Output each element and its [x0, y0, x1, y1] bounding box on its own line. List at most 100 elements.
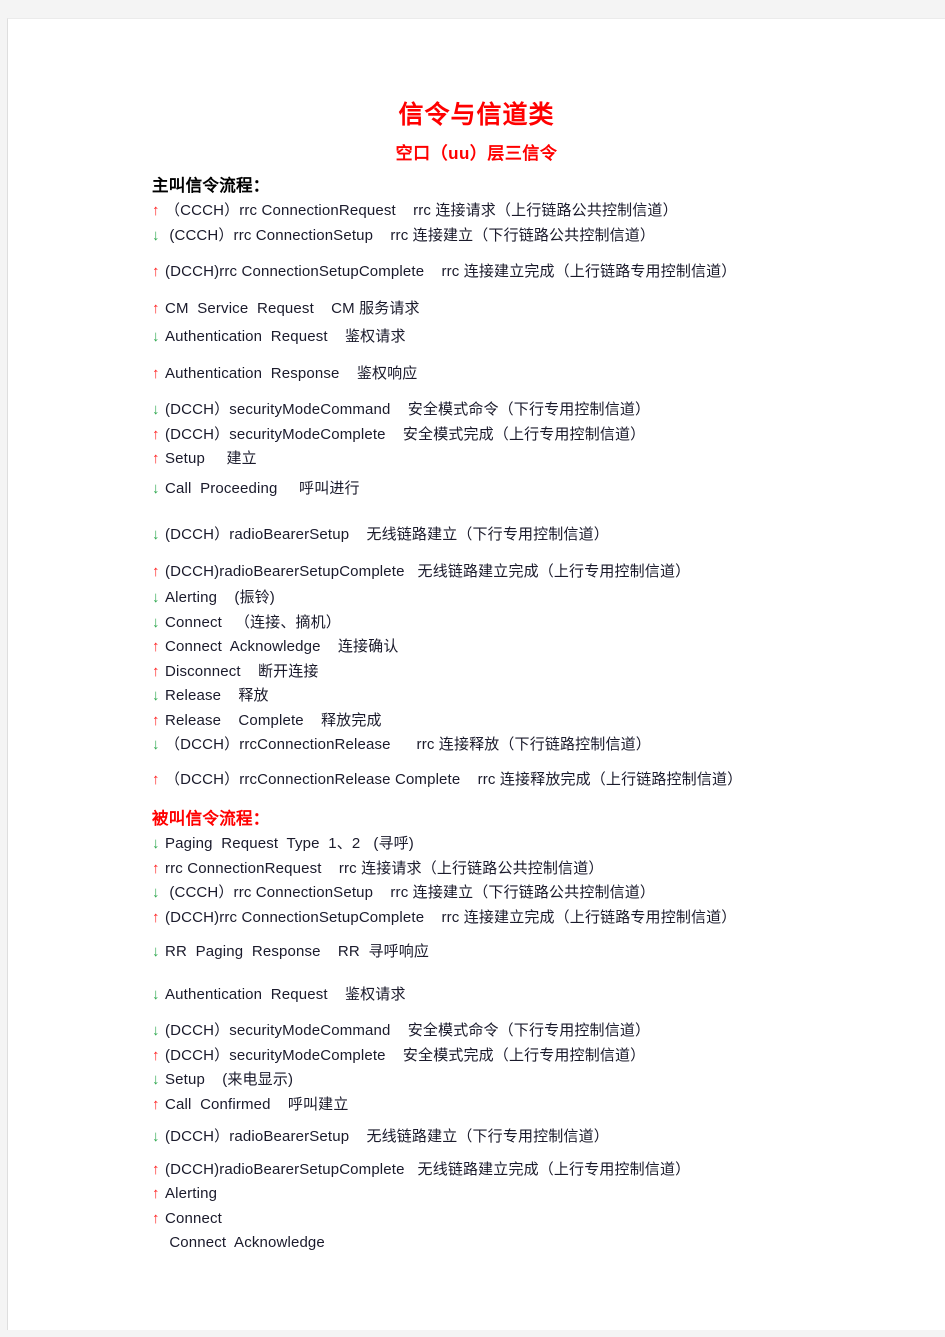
arrow-down-icon: ↓: [152, 884, 160, 902]
signalling-line-text: Call Confirmed 呼叫建立: [165, 1095, 349, 1113]
signalling-line: ↑ (DCCH）securityModeComplete 安全模式完成（上行专用控…: [152, 1044, 945, 1069]
arrow-up-icon: ↑: [152, 562, 160, 580]
signalling-line-text: RR Paging Response RR 寻呼响应: [165, 943, 430, 961]
signalling-line: ↑ (DCCH)rrc ConnectionSetupComplete rrc 连…: [152, 260, 945, 285]
signalling-line: ↓ (CCCH）rrc ConnectionSetup rrc 连接建立（下行链…: [152, 224, 945, 249]
signalling-line: ↓ Call Proceeding 呼叫进行: [152, 477, 945, 502]
signalling-line-text: Setup 建立: [165, 450, 257, 468]
arrow-up-icon: ↑: [152, 711, 160, 729]
signalling-line-text: Release Complete 释放完成: [165, 711, 382, 729]
signalling-line-text: (DCCH）securityModeCommand 安全模式命令（下行专用控制信…: [165, 1022, 651, 1040]
arrow-down-icon: ↓: [152, 613, 160, 631]
signalling-line-text: (DCCH）securityModeComplete 安全模式完成（上行专用控制…: [165, 425, 646, 443]
line-spacer: [152, 501, 945, 523]
arrow-down-icon: ↓: [152, 479, 160, 497]
signalling-line: ↑ rrc ConnectionRequest rrc 连接请求（上行链路公共控制…: [152, 857, 945, 882]
signalling-line: ↓ Authentication Request 鉴权请求: [152, 325, 945, 350]
signalling-line: ↑ （CCCH）rrc ConnectionRequest rrc 连接请求（上行…: [152, 199, 945, 224]
arrow-down-icon: ↓: [152, 401, 160, 419]
signalling-line: ↓ Connect （连接、摘机）: [152, 611, 945, 636]
signalling-line: ↑ (DCCH)radioBearerSetupComplete 无线链路建立完成…: [152, 560, 945, 585]
signalling-line-text: Call Proceeding 呼叫进行: [165, 479, 360, 497]
arrow-down-icon: ↓: [152, 943, 160, 961]
arrow-up-icon: ↑: [152, 299, 160, 317]
arrow-down-icon: ↓: [152, 985, 160, 1003]
signalling-line: ↓ （DCCH）rrcConnectionRelease rrc 连接释放（下行链…: [152, 733, 945, 758]
signalling-line-text: Paging Request Type 1、2 (寻呼): [165, 835, 414, 853]
arrow-up-icon: ↑: [152, 425, 160, 443]
arrow-up-icon: ↑: [152, 1160, 160, 1178]
signalling-line-text: CM Service Request CM 服务请求: [165, 299, 420, 317]
signalling-line: Connect Acknowledge: [152, 1231, 945, 1256]
line-spacer: [152, 386, 945, 398]
signalling-line: ↑ Connect Acknowledge 连接确认: [152, 635, 945, 660]
signalling-line: ↓ (CCCH）rrc ConnectionSetup rrc 连接建立（下行链…: [152, 881, 945, 906]
arrow-up-icon: ↑: [152, 450, 160, 468]
signalling-line: ↑ Call Confirmed 呼叫建立: [152, 1093, 945, 1118]
arrow-up-icon: ↑: [152, 263, 160, 281]
line-spacer: [152, 930, 945, 940]
signalling-line-text: (CCCH）rrc ConnectionSetup rrc 连接建立（下行链路公…: [165, 884, 656, 902]
signalling-line: ↑ Connect: [152, 1207, 945, 1232]
signalling-line-text: Release 释放: [165, 687, 269, 705]
signalling-line: ↓ RR Paging Response RR 寻呼响应: [152, 940, 945, 965]
signalling-line: ↑ Setup 建立: [152, 447, 945, 472]
signalling-line: ↓ Authentication Request 鉴权请求: [152, 983, 945, 1008]
signalling-line-text: （CCCH）rrc ConnectionRequest rrc 连接请求（上行链…: [165, 202, 678, 220]
signalling-line-text: (DCCH）securityModeComplete 安全模式完成（上行专用控制…: [165, 1046, 646, 1064]
section-heading: 被叫信令流程：: [152, 810, 270, 829]
signalling-line-text: Authentication Request 鉴权请求: [165, 985, 406, 1003]
arrow-down-icon: ↓: [152, 328, 160, 346]
arrow-up-icon: ↑: [152, 1209, 160, 1227]
signalling-line-text: (DCCH)radioBearerSetupComplete 无线链路建立完成（…: [165, 562, 691, 580]
arrow-down-icon: ↓: [152, 835, 160, 853]
arrow-up-icon: ↑: [152, 1095, 160, 1113]
line-spacer: [152, 1007, 945, 1019]
arrow-down-icon: ↓: [152, 1071, 160, 1089]
signalling-line-text: Alerting (振铃): [165, 589, 275, 607]
document-page: 信令与信道类 空口（uu）层三信令 主叫信令流程： ↑ （CCCH）rrc Conn…: [7, 18, 945, 1330]
signalling-line-text: (DCCH)rrc ConnectionSetupComplete rrc 连接…: [165, 908, 737, 926]
line-spacer: [152, 350, 945, 362]
signalling-line: ↑ Authentication Response 鉴权响应: [152, 362, 945, 387]
line-spacer: [152, 965, 945, 983]
signalling-line-text: Connect: [165, 1209, 222, 1227]
arrow-none-icon: [152, 1235, 165, 1250]
arrow-up-icon: ↑: [152, 1046, 160, 1064]
signalling-line-text: (DCCH）securityModeCommand 安全模式命令（下行专用控制信…: [165, 401, 651, 419]
signalling-line: ↑ Disconnect 断开连接: [152, 660, 945, 685]
signalling-line-text: (DCCH)rrc ConnectionSetupComplete rrc 连接…: [165, 263, 737, 281]
signalling-line-text: Setup (来电显示): [165, 1071, 294, 1089]
arrow-up-icon: ↑: [152, 662, 160, 680]
arrow-down-icon: ↓: [152, 736, 160, 754]
signalling-line-text: (DCCH)radioBearerSetupComplete 无线链路建立完成（…: [165, 1160, 691, 1178]
arrow-down-icon: ↓: [152, 589, 160, 607]
signalling-line: ↑ Alerting: [152, 1182, 945, 1207]
signalling-line-text: (CCCH）rrc ConnectionSetup rrc 连接建立（下行链路公…: [165, 226, 656, 244]
page-subtitle: 空口（uu）层三信令: [395, 144, 558, 164]
signalling-line-text: Authentication Request 鉴权请求: [165, 328, 406, 346]
signalling-line: ↓ Setup (来电显示): [152, 1068, 945, 1093]
signalling-line-text: Connect Acknowledge: [165, 1234, 325, 1252]
arrow-down-icon: ↓: [152, 1128, 160, 1146]
line-spacer: [152, 285, 945, 297]
arrow-up-icon: ↑: [152, 364, 160, 382]
signalling-line: ↓ Release 释放: [152, 684, 945, 709]
signalling-line: ↑ Release Complete 释放完成: [152, 709, 945, 734]
signalling-line-text: Connect Acknowledge 连接确认: [165, 638, 399, 656]
signalling-line-text: Alerting: [165, 1185, 218, 1203]
signalling-line: ↑ （DCCH）rrcConnectionRelease Complete rrc…: [152, 768, 945, 793]
signalling-line: ↓ (DCCH）securityModeCommand 安全模式命令（下行专用控制…: [152, 1019, 945, 1044]
signalling-line-text: （DCCH）rrcConnectionRelease rrc 连接释放（下行链路…: [165, 736, 651, 754]
signalling-line: ↑ (DCCH)rrc ConnectionSetupComplete rrc 连…: [152, 906, 945, 931]
signalling-line-text: rrc ConnectionRequest rrc 连接请求（上行链路公共控制信…: [165, 859, 604, 877]
signalling-line: ↓ (DCCH）radioBearerSetup 无线链路建立（下行专用控制信道）: [152, 523, 945, 548]
signalling-line-text: Disconnect 断开连接: [165, 662, 319, 680]
arrow-up-icon: ↑: [152, 859, 160, 877]
signalling-line-text: （DCCH）rrcConnectionRelease Complete rrc …: [165, 770, 743, 788]
section-heading: 主叫信令流程：: [152, 177, 270, 196]
signalling-line: ↓ Alerting (振铃): [152, 586, 945, 611]
line-spacer: [152, 1150, 945, 1158]
document-body: 主叫信令流程： ↑ （CCCH）rrc ConnectionRequest rrc …: [8, 163, 945, 1256]
arrow-up-icon: ↑: [152, 908, 160, 926]
